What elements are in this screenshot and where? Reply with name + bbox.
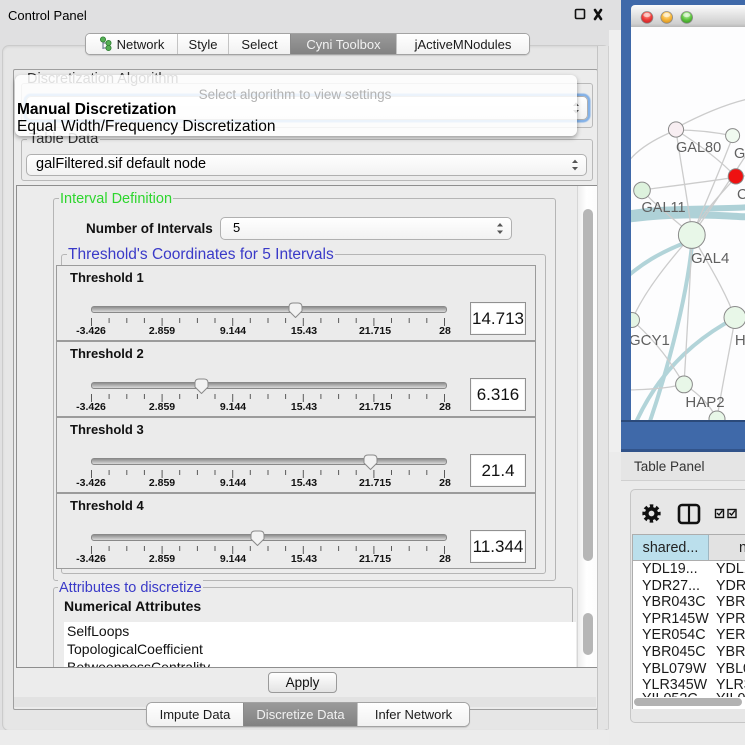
svg-text:GAL4: GAL4 [691, 250, 729, 267]
svg-text:H: H [735, 332, 745, 349]
svg-text:GA: GA [734, 146, 745, 162]
svg-text:GAL80: GAL80 [676, 140, 721, 156]
svg-text:GCY1: GCY1 [631, 332, 670, 349]
svg-text:C: C [737, 187, 745, 203]
svg-text:HAP2: HAP2 [685, 394, 724, 411]
svg-text:GAL11: GAL11 [642, 200, 686, 216]
